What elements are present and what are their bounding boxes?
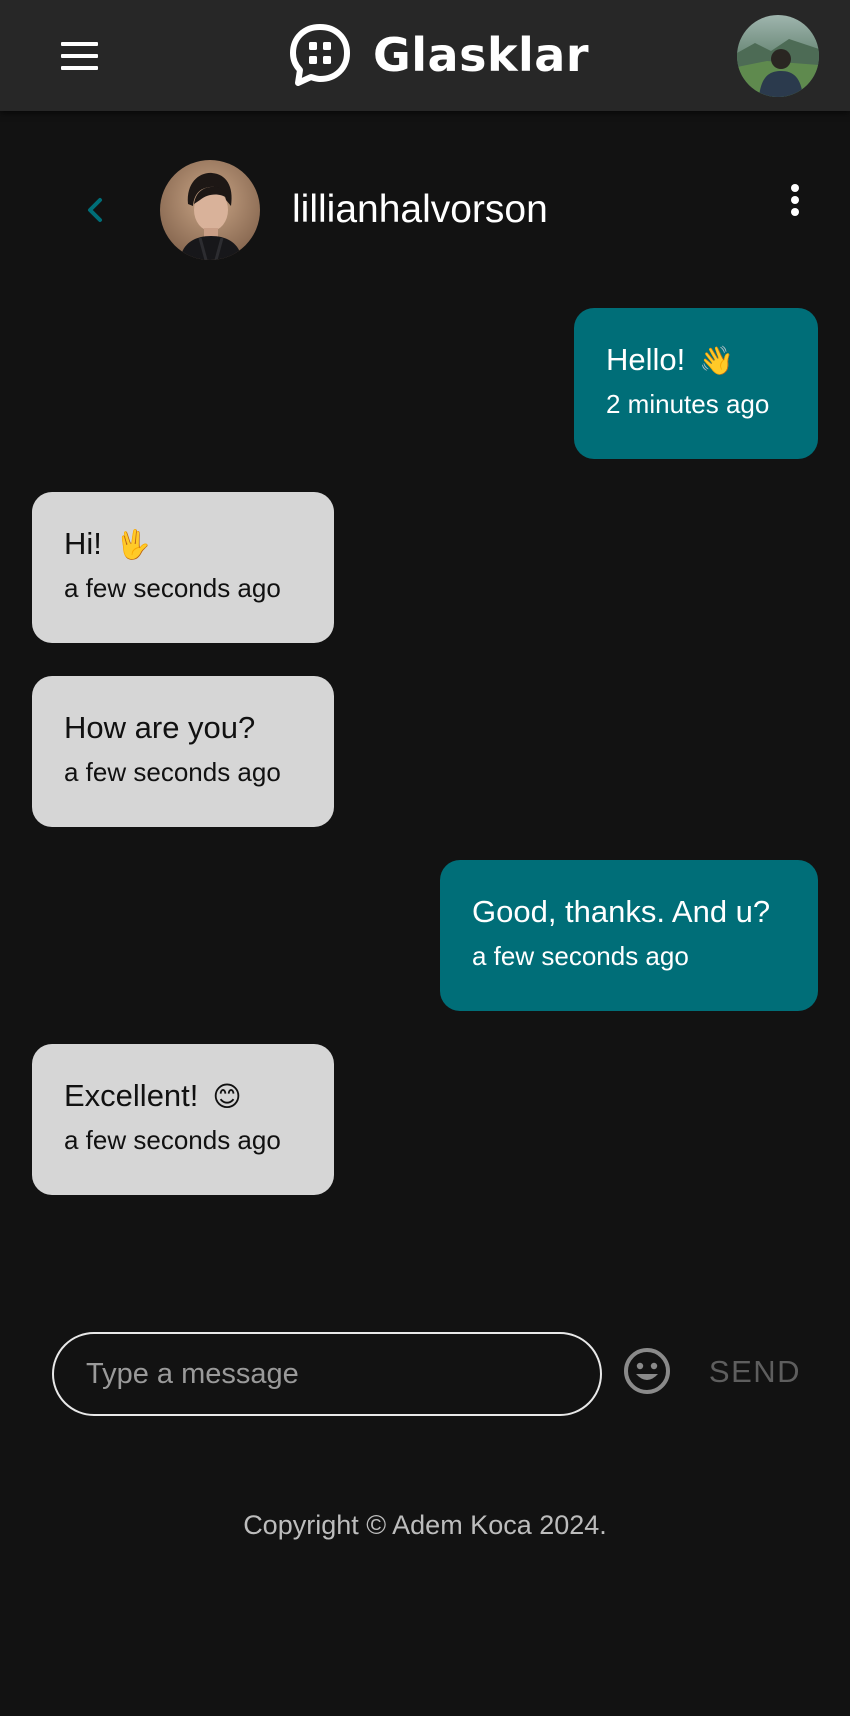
message-time: a few seconds ago: [64, 757, 281, 787]
more-dot: [791, 208, 799, 216]
more-dot: [791, 196, 799, 204]
chevron-left-icon: [88, 198, 102, 222]
smiley-face-icon: [624, 1348, 670, 1394]
vulcan-salute-emoji: 🖖: [115, 528, 151, 561]
message-bubble: Excellent! 😊 a few seconds ago: [32, 1044, 334, 1195]
app-name: Glasklar: [373, 28, 590, 82]
message-bubble: How are you? a few seconds ago: [32, 676, 334, 827]
message-bubble: Hello! 👋 2 minutes ago: [574, 308, 818, 459]
hamburger-menu-icon: [61, 42, 98, 46]
contact-avatar-image: [160, 160, 260, 260]
message-text-content: Hi!: [64, 526, 102, 561]
chat-bubble-logo-icon: [290, 24, 350, 86]
message-text: Good, thanks. And u?: [472, 894, 770, 930]
hamburger-line: [61, 66, 98, 70]
message-time: 2 minutes ago: [606, 389, 770, 419]
message-text-content: Hello!: [606, 342, 686, 377]
more-options-button[interactable]: [780, 180, 810, 220]
message-time: a few seconds ago: [472, 941, 689, 971]
message-bubble: Good, thanks. And u? a few seconds ago: [440, 860, 818, 1011]
user-avatar[interactable]: [737, 15, 819, 97]
copyright-footer: Copyright © Adem Koca 2024.: [243, 1510, 607, 1540]
contact-name: lillianhalvorson: [292, 188, 548, 231]
message-text: Hello! 👋: [606, 342, 734, 379]
message-text: Hi! 🖖: [64, 526, 151, 563]
message-text-content: How are you?: [64, 710, 256, 745]
contact-avatar[interactable]: [160, 160, 260, 260]
message-text-content: Excellent!: [64, 1078, 199, 1113]
send-button[interactable]: SEND: [700, 1350, 810, 1394]
message-text-content: Good, thanks. And u?: [472, 894, 771, 929]
menu-button[interactable]: [52, 32, 108, 80]
more-vertical-icon: [791, 184, 799, 192]
back-button[interactable]: [78, 192, 114, 228]
message-text: Excellent! 😊: [64, 1078, 242, 1115]
chat-header: lillianhalvorson: [0, 158, 850, 262]
user-avatar-image: [737, 15, 819, 97]
message-input[interactable]: [84, 1334, 574, 1414]
brand[interactable]: Glasklar: [287, 22, 589, 88]
waving-hand-emoji: 👋: [699, 344, 735, 377]
app-bar: Glasklar: [0, 0, 850, 111]
message-bubble: Hi! 🖖 a few seconds ago: [32, 492, 334, 643]
message-text: How are you?: [64, 710, 255, 746]
message-time: a few seconds ago: [64, 573, 281, 603]
emoji-picker-button[interactable]: [622, 1346, 672, 1396]
smiling-face-emoji: 😊: [212, 1080, 242, 1113]
message-input-wrapper: [52, 1332, 602, 1416]
message-time: a few seconds ago: [64, 1125, 281, 1155]
hamburger-line: [61, 54, 98, 58]
